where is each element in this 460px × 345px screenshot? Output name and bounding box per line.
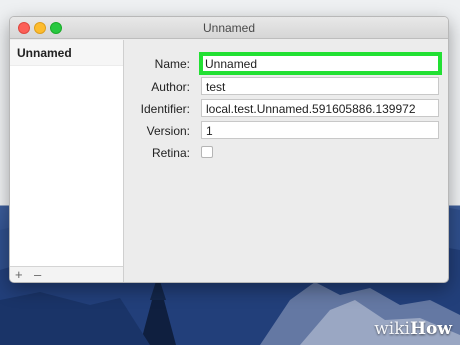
app-window: Unnamed Unnamed + – Name: Unnamed Author… — [9, 16, 449, 283]
properties-form: Name: Unnamed Author: test Identifier: l… — [125, 40, 448, 282]
sidebar-footer: + – — [10, 266, 123, 282]
add-button[interactable]: + — [15, 267, 23, 282]
identifier-field[interactable]: local.test.Unnamed.591605886.139972 — [201, 99, 439, 117]
version-row: Version: 1 — [125, 121, 448, 141]
identifier-label: Identifier: — [140, 102, 190, 116]
sidebar-item-unnamed[interactable]: Unnamed — [10, 40, 123, 66]
watermark-how: How — [409, 319, 452, 339]
author-row: Author: test — [125, 77, 448, 97]
version-field[interactable]: 1 — [201, 121, 439, 139]
remove-button[interactable]: – — [34, 267, 41, 282]
author-label: Author: — [151, 80, 190, 94]
name-label: Name: — [154, 57, 190, 71]
name-row: Name: Unnamed — [125, 52, 448, 75]
retina-row: Retina: — [125, 143, 448, 163]
wikihow-watermark: wikiHow — [374, 319, 452, 339]
version-label: Version: — [146, 124, 190, 138]
retina-label: Retina: — [151, 146, 190, 160]
title-bar[interactable]: Unnamed — [10, 17, 448, 39]
window-title: Unnamed — [202, 21, 256, 35]
sidebar: Unnamed + – — [10, 40, 124, 282]
retina-checkbox[interactable] — [201, 146, 213, 158]
identifier-row: Identifier: local.test.Unnamed.591605886… — [125, 99, 448, 119]
name-field[interactable]: Unnamed — [199, 52, 442, 75]
author-field[interactable]: test — [201, 77, 439, 95]
watermark-wiki: wiki — [374, 319, 410, 339]
